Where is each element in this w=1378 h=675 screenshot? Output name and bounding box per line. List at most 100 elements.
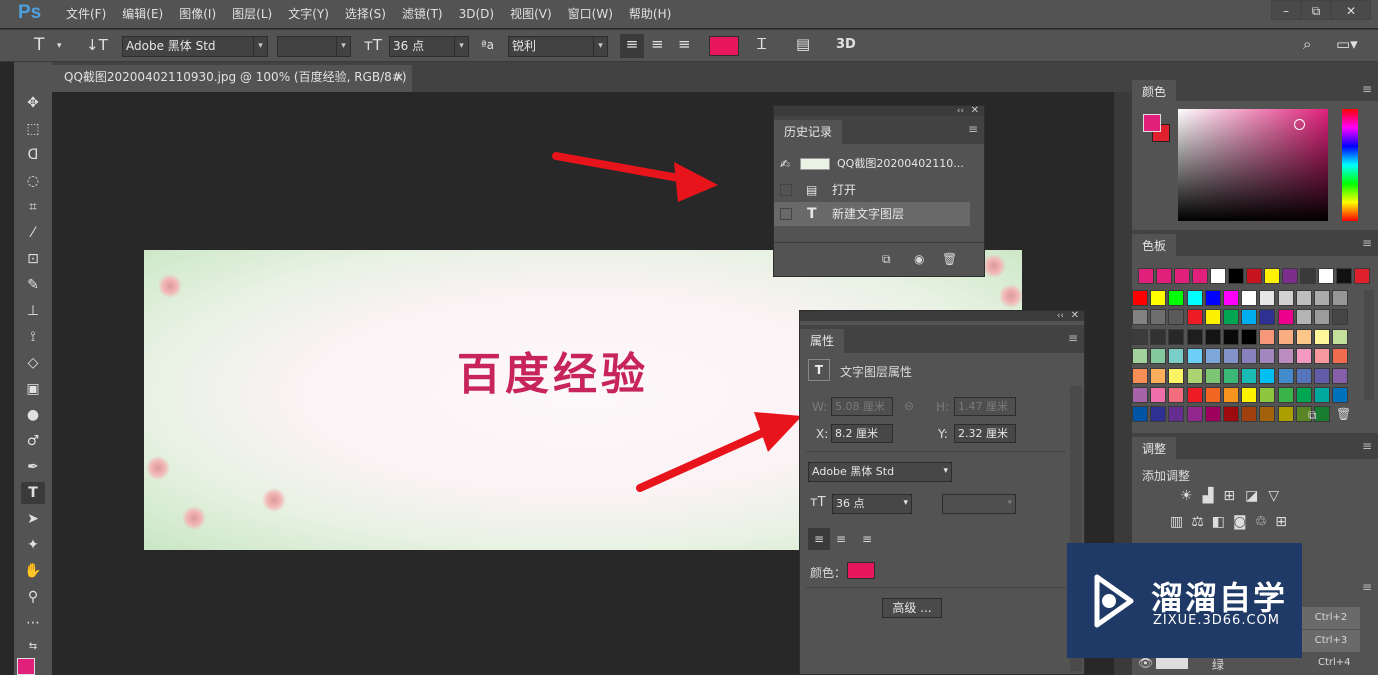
panel-menu-icon[interactable]: ≡ (1362, 82, 1372, 96)
color-swatch[interactable] (1264, 268, 1280, 284)
color-swatch[interactable] (1223, 348, 1239, 365)
color-swatch[interactable] (1314, 309, 1330, 326)
color-swatch[interactable] (1132, 367, 1148, 384)
color-swatch[interactable] (1168, 387, 1185, 403)
vibrance-icon[interactable]: ▽ (1268, 488, 1279, 504)
color-swatch[interactable] (1241, 367, 1258, 384)
color-swatch[interactable] (1150, 290, 1167, 306)
color-swatch[interactable] (1332, 309, 1349, 326)
close-tab-icon[interactable]: × (394, 65, 404, 90)
color-swatch[interactable] (1259, 387, 1276, 403)
foreground-color-swatch[interactable] (17, 658, 35, 675)
color-swatch[interactable] (1186, 290, 1203, 306)
color-swatch[interactable] (1186, 309, 1203, 326)
color-swatch[interactable] (1204, 309, 1221, 326)
x-position-field[interactable]: 8.2 厘米 (831, 424, 893, 443)
color-swatch[interactable] (1241, 387, 1258, 403)
align-left-icon[interactable]: ≡ (620, 34, 644, 58)
shape-tool-icon[interactable]: ✦ (21, 534, 45, 556)
color-swatch[interactable] (1314, 387, 1330, 403)
color-swatch[interactable] (1277, 328, 1294, 345)
color-swatch[interactable] (1150, 309, 1167, 326)
color-swatch[interactable] (1132, 348, 1148, 365)
align-right-icon[interactable]: ≡ (862, 528, 872, 550)
panel-menu-icon[interactable]: ≡ (1362, 439, 1372, 453)
menu-item[interactable]: 图层(L) (224, 0, 280, 28)
panel-drag-strip[interactable] (800, 311, 1084, 321)
marquee-tool-icon[interactable]: ⬚ (21, 118, 45, 140)
toggle-orientation-icon[interactable]: ↓T (86, 35, 108, 55)
color-swatch[interactable] (1282, 268, 1298, 284)
color-swatch[interactable] (1204, 406, 1221, 423)
menu-item[interactable]: 编辑(E) (114, 0, 171, 28)
properties-panel-tab[interactable]: 属性 (800, 329, 845, 353)
color-swatch[interactable] (1314, 290, 1330, 306)
color-picker-handle[interactable] (1294, 119, 1305, 130)
color-swatch[interactable] (1332, 387, 1349, 403)
color-lookup-icon[interactable]: ⊞ (1275, 514, 1287, 530)
link-icon[interactable]: ⊖ (904, 399, 914, 413)
menu-item[interactable]: 图像(I) (171, 0, 224, 28)
color-swatch[interactable] (1210, 268, 1226, 284)
color-swatch[interactable] (1336, 268, 1352, 284)
color-swatch[interactable] (1228, 268, 1244, 284)
color-swatch[interactable] (1186, 348, 1203, 365)
color-field[interactable] (1178, 109, 1328, 221)
color-swatch[interactable] (1223, 309, 1239, 326)
color-swatch[interactable] (1204, 290, 1221, 306)
font-family-select[interactable]: Adobe 黑体 Std ▾ (122, 36, 268, 57)
menu-item[interactable]: 视图(V) (502, 0, 560, 28)
swap-colors-icon[interactable]: ⇆ (21, 636, 45, 658)
new-swatch-icon[interactable]: ⧉ (1308, 408, 1317, 423)
color-swatch[interactable] (1168, 348, 1185, 365)
trash-icon[interactable]: 🗑 (1336, 407, 1351, 421)
color-swatch[interactable] (1295, 387, 1312, 403)
advanced-button[interactable]: 高级 ... (882, 598, 942, 618)
color-swatch[interactable] (1318, 268, 1334, 284)
menu-item[interactable]: 选择(S) (337, 0, 394, 28)
color-swatch[interactable] (1150, 367, 1167, 384)
color-swatch[interactable] (1277, 290, 1294, 306)
antialias-select[interactable]: 锐利 ▾ (508, 36, 608, 57)
color-swatch[interactable] (1186, 387, 1203, 403)
color-swatch[interactable] (1295, 290, 1312, 306)
trash-icon[interactable]: 🗑 (942, 252, 957, 266)
eye-icon[interactable]: 👁 (1138, 656, 1153, 670)
color-swatch[interactable] (1259, 309, 1276, 326)
color-swatch[interactable] (1332, 290, 1349, 306)
color-swatch[interactable] (1138, 268, 1154, 284)
color-swatch[interactable] (1259, 406, 1276, 423)
color-swatch[interactable] (1174, 268, 1190, 284)
swatches-panel-tab[interactable]: 色板 (1132, 234, 1177, 258)
color-swatch[interactable] (1204, 387, 1221, 403)
3d-button[interactable]: 3D (836, 35, 856, 55)
color-swatch[interactable] (1300, 268, 1316, 284)
panel-menu-icon[interactable]: ≡ (1068, 331, 1078, 345)
quick-select-tool-icon[interactable]: ◌ (21, 170, 45, 192)
color-swatch[interactable] (1168, 290, 1185, 306)
color-swatch[interactable] (1241, 290, 1258, 306)
color-swatch[interactable] (1295, 367, 1312, 384)
brush-tool-icon[interactable]: ✎ (21, 274, 45, 296)
color-swatch[interactable] (1150, 348, 1167, 365)
hue-saturation-icon[interactable]: ▥ (1170, 514, 1183, 530)
history-item[interactable]: T 新建文字图层 (774, 202, 970, 226)
stamp-tool-icon[interactable]: ⊥ (21, 300, 45, 322)
color-swatch[interactable] (1295, 328, 1312, 345)
channel-mixer-icon[interactable]: ♲ (1255, 514, 1268, 530)
collapse-icon[interactable]: ‹‹ (1057, 311, 1064, 321)
type-tool-icon[interactable]: T (21, 482, 45, 504)
color-swatch[interactable] (1186, 367, 1203, 384)
color-swatch[interactable] (1223, 367, 1239, 384)
eraser-tool-icon[interactable]: ◇ (21, 352, 45, 374)
gradient-tool-icon[interactable]: ▣ (21, 378, 45, 400)
restore-button[interactable]: ⧉ (1301, 0, 1331, 20)
color-swatch[interactable] (1168, 367, 1185, 384)
history-checkbox[interactable] (780, 208, 792, 220)
color-swatch[interactable] (1241, 406, 1258, 423)
path-select-tool-icon[interactable]: ➤ (21, 508, 45, 530)
menu-item[interactable]: 滤镜(T) (394, 0, 451, 28)
new-document-icon[interactable]: ⧉ (882, 252, 891, 267)
color-swatch[interactable] (1223, 290, 1239, 306)
color-swatch[interactable] (1132, 387, 1148, 403)
